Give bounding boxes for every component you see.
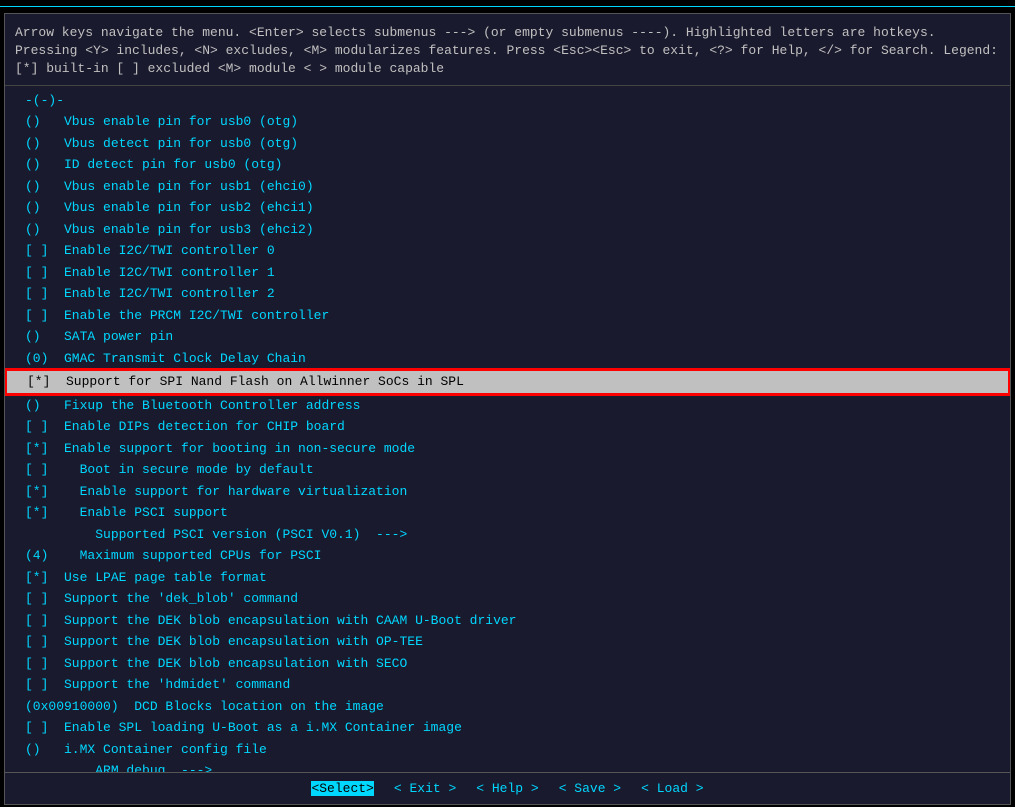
content-area: -(-)- () Vbus enable pin for usb0 (otg)(… [5,86,1010,772]
bottom-btn-4[interactable]: < Load > [641,781,703,796]
menu-item-14[interactable]: [ ] Enable DIPs detection for CHIP board [5,416,1010,438]
menu-item-17[interactable]: [*] Enable support for hardware virtuali… [5,481,1010,503]
help-text: Arrow keys navigate the menu. <Enter> se… [5,20,1010,86]
bottom-btn-2[interactable]: < Help > [476,781,538,796]
menu-item-7[interactable]: [ ] Enable I2C/TWI controller 1 [5,262,1010,284]
menu-item-24[interactable]: [ ] Support the DEK blob encapsulation w… [5,631,1010,653]
menu-item-2[interactable]: () ID detect pin for usb0 (otg) [5,154,1010,176]
menu-item-4[interactable]: () Vbus enable pin for usb2 (ehci1) [5,197,1010,219]
menu-item-28[interactable]: [ ] Enable SPL loading U-Boot as a i.MX … [5,717,1010,739]
menu-item-23[interactable]: [ ] Support the DEK blob encapsulation w… [5,610,1010,632]
bottom-btn-0[interactable]: <Select> [311,781,373,796]
menu-item-22[interactable]: [ ] Support the 'dek_blob' command [5,588,1010,610]
menu-item-25[interactable]: [ ] Support the DEK blob encapsulation w… [5,653,1010,675]
section-header: -(-)- [5,90,1010,112]
menu-item-21[interactable]: [*] Use LPAE page table format [5,567,1010,589]
bottom-btn-1[interactable]: < Exit > [394,781,456,796]
bottom-btn-3[interactable]: < Save > [559,781,621,796]
menu-item-16[interactable]: [ ] Boot in secure mode by default [5,459,1010,481]
menu-item-0[interactable]: () Vbus enable pin for usb0 (otg) [5,111,1010,133]
menu-item-3[interactable]: () Vbus enable pin for usb1 (ehci0) [5,176,1010,198]
menu-item-29[interactable]: () i.MX Container config file [5,739,1010,761]
menu-item-11[interactable]: (0) GMAC Transmit Clock Delay Chain [5,348,1010,370]
menu-item-10[interactable]: () SATA power pin [5,326,1010,348]
menu-content[interactable]: -(-)- () Vbus enable pin for usb0 (otg)(… [5,86,1010,772]
menu-item-12[interactable]: [*] Support for SPI Nand Flash on Allwin… [5,369,1010,395]
menu-item-9[interactable]: [ ] Enable the PRCM I2C/TWI controller [5,305,1010,327]
menu-item-15[interactable]: [*] Enable support for booting in non-se… [5,438,1010,460]
menu-item-19[interactable]: Supported PSCI version (PSCI V0.1) ---> [5,524,1010,546]
breadcrumb [0,7,1015,11]
menu-item-30[interactable]: ARM debug ---> [5,760,1010,772]
menu-item-27[interactable]: (0x00910000) DCD Blocks location on the … [5,696,1010,718]
app: Arrow keys navigate the menu. <Enter> se… [0,0,1015,807]
title-bar [0,0,1015,7]
menu-item-6[interactable]: [ ] Enable I2C/TWI controller 0 [5,240,1010,262]
menu-item-18[interactable]: [*] Enable PSCI support [5,502,1010,524]
main-container: Arrow keys navigate the menu. <Enter> se… [4,13,1011,805]
menu-item-1[interactable]: () Vbus detect pin for usb0 (otg) [5,133,1010,155]
bottom-bar: <Select> < Exit > < Help > < Save > < Load > [5,772,1010,804]
menu-item-26[interactable]: [ ] Support the 'hdmidet' command [5,674,1010,696]
menu-item-20[interactable]: (4) Maximum supported CPUs for PSCI [5,545,1010,567]
menu-item-13[interactable]: () Fixup the Bluetooth Controller addres… [5,395,1010,417]
menu-item-8[interactable]: [ ] Enable I2C/TWI controller 2 [5,283,1010,305]
menu-item-5[interactable]: () Vbus enable pin for usb3 (ehci2) [5,219,1010,241]
